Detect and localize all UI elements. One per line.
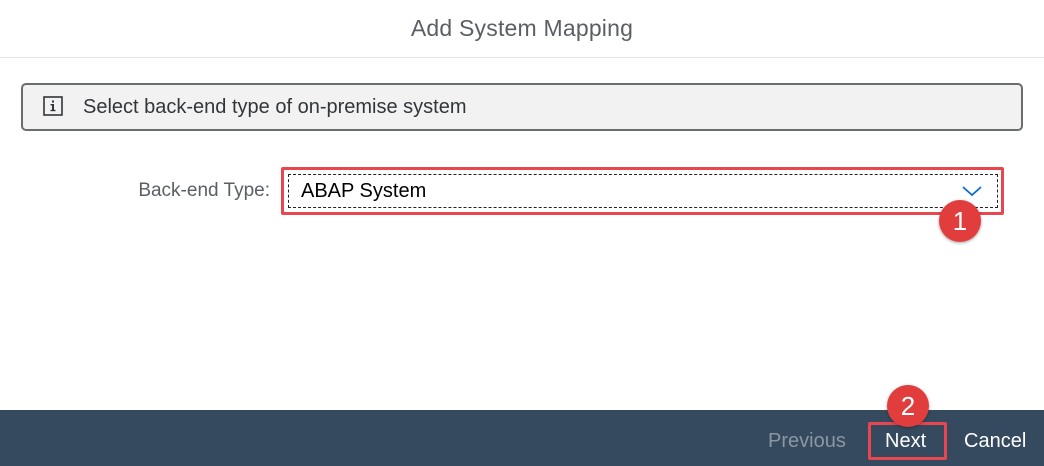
cancel-button[interactable]: Cancel xyxy=(964,426,1026,456)
info-icon xyxy=(43,96,63,116)
backend-type-selected-value: ABAP System xyxy=(301,180,427,202)
backend-type-select[interactable]: ABAP System xyxy=(288,174,998,208)
chevron-down-icon[interactable] xyxy=(961,184,983,198)
info-message-strip: Select back-end type of on-premise syste… xyxy=(21,83,1023,131)
add-system-mapping-dialog: Add System Mapping Select back-end type … xyxy=(0,0,1044,466)
dialog-header: Add System Mapping xyxy=(0,0,1044,58)
dialog-footer: Previous Next Cancel xyxy=(0,410,1044,466)
previous-button[interactable]: Previous xyxy=(768,426,846,456)
info-message-text: Select back-end type of on-premise syste… xyxy=(83,96,467,118)
step-1-badge: 1 xyxy=(939,200,981,242)
backend-type-label: Back-end Type: xyxy=(138,180,270,201)
next-button[interactable]: Next xyxy=(885,426,926,456)
step-2-badge: 2 xyxy=(887,385,929,427)
dialog-title: Add System Mapping xyxy=(410,15,634,41)
